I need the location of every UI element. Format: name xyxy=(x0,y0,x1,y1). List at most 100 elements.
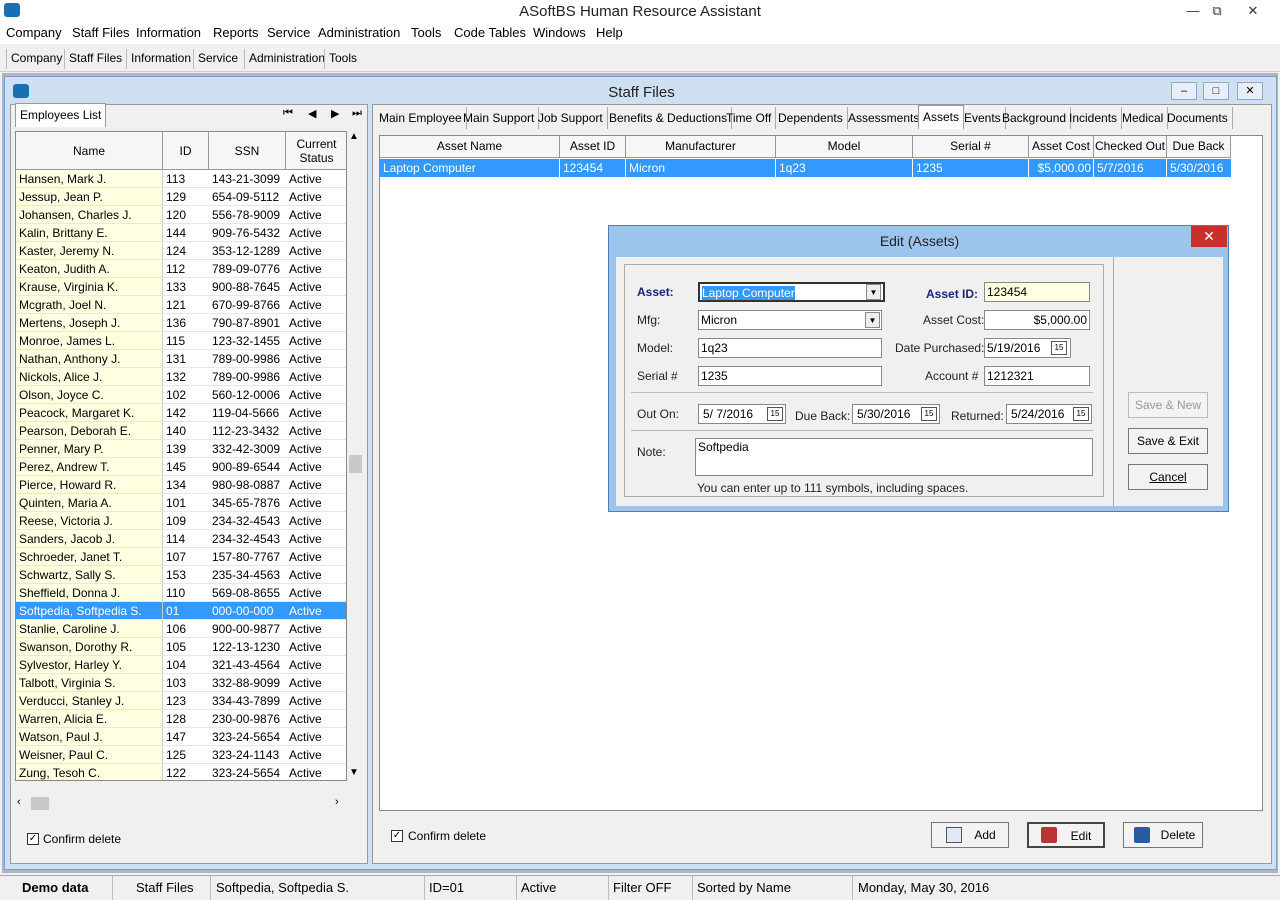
table-row[interactable]: Stanlie, Caroline J. 106 900-00-9877 Active xyxy=(16,620,346,638)
table-row[interactable]: Penner, Mary P. 139 332-42-3009 Active xyxy=(16,440,346,458)
tab-dependents[interactable]: Dependents xyxy=(774,107,848,129)
tab-main-support[interactable]: Main Support xyxy=(459,107,540,129)
date-purchased-calendar-icon[interactable]: 15 xyxy=(1051,341,1067,355)
column-due-back[interactable]: Due Back xyxy=(1167,136,1231,158)
scroll-left-icon[interactable]: ‹ xyxy=(17,796,21,808)
scroll-right-icon[interactable]: › xyxy=(335,796,339,808)
toolbar-staff-files[interactable]: Staff Files xyxy=(64,49,126,69)
column-checked-out[interactable]: Checked Out xyxy=(1094,136,1167,158)
table-row[interactable]: Perez, Andrew T. 145 900-89-6544 Active xyxy=(16,458,346,476)
tab-time-off[interactable]: Time Off xyxy=(722,107,777,129)
asset-dropdown-icon[interactable]: ▼ xyxy=(866,284,881,300)
close-button[interactable]: ✕ xyxy=(1238,0,1268,22)
toolbar-company[interactable]: Company xyxy=(6,49,66,69)
table-row[interactable]: Hansen, Mark J. 113 143-21-3099 Active xyxy=(16,170,346,188)
column-serial[interactable]: Serial # xyxy=(913,136,1029,158)
column-ssn[interactable]: SSN xyxy=(209,132,286,170)
out-on-calendar-icon[interactable]: 15 xyxy=(767,407,783,421)
save-exit-button[interactable]: Save & Exit xyxy=(1128,428,1208,454)
column-asset-name[interactable]: Asset Name xyxy=(380,136,560,158)
staff-files-close-button[interactable]: ✕ xyxy=(1237,82,1263,100)
due-back-calendar-icon[interactable]: 15 xyxy=(921,407,937,421)
serial-field[interactable]: 1235 xyxy=(698,366,882,386)
asset-cost-field[interactable]: $5,000.00 xyxy=(984,310,1090,330)
menu-help[interactable]: Help xyxy=(596,25,623,40)
column-asset-id[interactable]: Asset ID xyxy=(560,136,626,158)
tab-job-support[interactable]: Job Support xyxy=(534,107,608,129)
table-row[interactable]: Watson, Paul J. 147 323-24-5654 Active xyxy=(16,728,346,746)
column-id[interactable]: ID xyxy=(163,132,209,170)
asset-select[interactable]: Laptop Computer xyxy=(698,282,885,302)
table-row[interactable]: Pearson, Deborah E. 140 112-23-3432 Active xyxy=(16,422,346,440)
table-row[interactable]: Talbott, Virginia S. 103 332-88-9099 Active xyxy=(16,674,346,692)
employees-vertical-scrollbar[interactable]: ▲ ▼ xyxy=(347,131,364,781)
mfg-dropdown-icon[interactable]: ▼ xyxy=(865,312,880,328)
menu-tools[interactable]: Tools xyxy=(411,25,441,40)
note-field[interactable]: Softpedia xyxy=(695,438,1093,476)
employees-horizontal-scrollbar[interactable]: ‹ › xyxy=(15,795,347,812)
menu-windows[interactable]: Windows xyxy=(533,25,586,40)
toolbar-service[interactable]: Service xyxy=(193,49,242,69)
tab-assets[interactable]: Assets xyxy=(918,105,965,129)
add-button[interactable]: Add xyxy=(931,822,1009,848)
nav-first-button[interactable]: ⏮ xyxy=(283,107,293,120)
delete-button[interactable]: Delete xyxy=(1123,822,1203,848)
menu-reports[interactable]: Reports xyxy=(213,25,259,40)
hscroll-thumb[interactable] xyxy=(31,797,49,810)
menu-information[interactable]: Information xyxy=(136,25,201,40)
asset-id-field[interactable]: 123454 xyxy=(984,282,1090,302)
tab-main-employee[interactable]: Main Employee xyxy=(375,107,467,129)
tab-employees-list[interactable]: Employees List xyxy=(15,103,107,127)
returned-calendar-icon[interactable]: 15 xyxy=(1073,407,1089,421)
table-row[interactable]: Mcgrath, Joel N. 121 670-99-8766 Active xyxy=(16,296,346,314)
edit-button[interactable]: Edit xyxy=(1027,822,1105,848)
scroll-up-icon[interactable]: ▲ xyxy=(349,131,359,142)
table-row[interactable]: Warren, Alicia E. 128 230-00-9876 Active xyxy=(16,710,346,728)
mfg-select[interactable]: Micron xyxy=(698,310,882,330)
tab-documents[interactable]: Documents xyxy=(1163,107,1233,129)
table-row[interactable]: Pierce, Howard R. 134 980-98-0887 Active xyxy=(16,476,346,494)
table-row[interactable]: Johansen, Charles J. 120 556-78-9009 Active xyxy=(16,206,346,224)
tab-benefits-deductions[interactable]: Benefits & Deductions xyxy=(605,107,733,129)
tab-assessments[interactable]: Assessments xyxy=(844,107,925,129)
menu-service[interactable]: Service xyxy=(267,25,310,40)
model-field[interactable]: 1q23 xyxy=(698,338,882,358)
table-row[interactable]: Keaton, Judith A. 112 789-09-0776 Active xyxy=(16,260,346,278)
toolbar-administration[interactable]: Administration xyxy=(244,49,329,69)
staff-files-minimize-button[interactable]: – xyxy=(1171,82,1197,100)
column-manufacturer[interactable]: Manufacturer xyxy=(626,136,776,158)
menu-staff-files[interactable]: Staff Files xyxy=(72,25,130,40)
dialog-close-button[interactable]: ✕ xyxy=(1191,226,1227,247)
table-row[interactable]: Weisner, Paul C. 125 323-24-1143 Active xyxy=(16,746,346,764)
table-row[interactable]: Nickols, Alice J. 132 789-00-9986 Active xyxy=(16,368,346,386)
table-row[interactable]: Schroeder, Janet T. 107 157-80-7767 Active xyxy=(16,548,346,566)
table-row[interactable]: Schwartz, Sally S. 153 235-34-4563 Active xyxy=(16,566,346,584)
table-row[interactable]: Reese, Victoria J. 109 234-32-4543 Active xyxy=(16,512,346,530)
restore-button[interactable]: ⧉ xyxy=(1202,0,1232,22)
table-row[interactable]: Nathan, Anthony J. 131 789-00-9986 Active xyxy=(16,350,346,368)
confirm-delete-checkbox[interactable]: ✓ xyxy=(27,833,39,845)
table-row[interactable]: Quinten, Maria A. 101 345-65-7876 Active xyxy=(16,494,346,512)
menu-company[interactable]: Company xyxy=(6,25,62,40)
assets-confirm-delete-checkbox[interactable]: ✓ xyxy=(391,830,403,842)
column-current-status[interactable]: Current Status xyxy=(286,132,346,170)
scroll-down-icon[interactable]: ▼ xyxy=(349,767,359,778)
table-row[interactable]: Jessup, Jean P. 129 654-09-5112 Active xyxy=(16,188,346,206)
scroll-thumb[interactable] xyxy=(349,455,362,473)
tab-incidents[interactable]: Incidents xyxy=(1065,107,1123,129)
staff-files-restore-button[interactable]: □ xyxy=(1203,82,1229,100)
table-row[interactable]: Monroe, James L. 115 123-32-1455 Active xyxy=(16,332,346,350)
cancel-button[interactable]: Cancel xyxy=(1128,464,1208,490)
tab-medical[interactable]: Medical xyxy=(1118,107,1169,129)
table-row[interactable]: Swanson, Dorothy R. 105 122-13-1230 Active xyxy=(16,638,346,656)
toolbar-information[interactable]: Information xyxy=(126,49,195,69)
nav-last-button[interactable]: ⏭ xyxy=(352,107,362,120)
tab-background[interactable]: Background xyxy=(998,107,1072,129)
save-new-button[interactable]: Save & New xyxy=(1128,392,1208,418)
table-row[interactable]: Verducci, Stanley J. 123 334-43-7899 Active xyxy=(16,692,346,710)
table-row[interactable]: Mertens, Joseph J. 136 790-87-8901 Active xyxy=(16,314,346,332)
table-row[interactable]: Kaster, Jeremy N. 124 353-12-1289 Active xyxy=(16,242,346,260)
menu-code-tables[interactable]: Code Tables xyxy=(454,25,526,40)
nav-prev-button[interactable]: ◀ xyxy=(308,107,316,120)
table-row[interactable]: Zung, Tesoh C. 122 323-24-5654 Active xyxy=(16,764,346,780)
